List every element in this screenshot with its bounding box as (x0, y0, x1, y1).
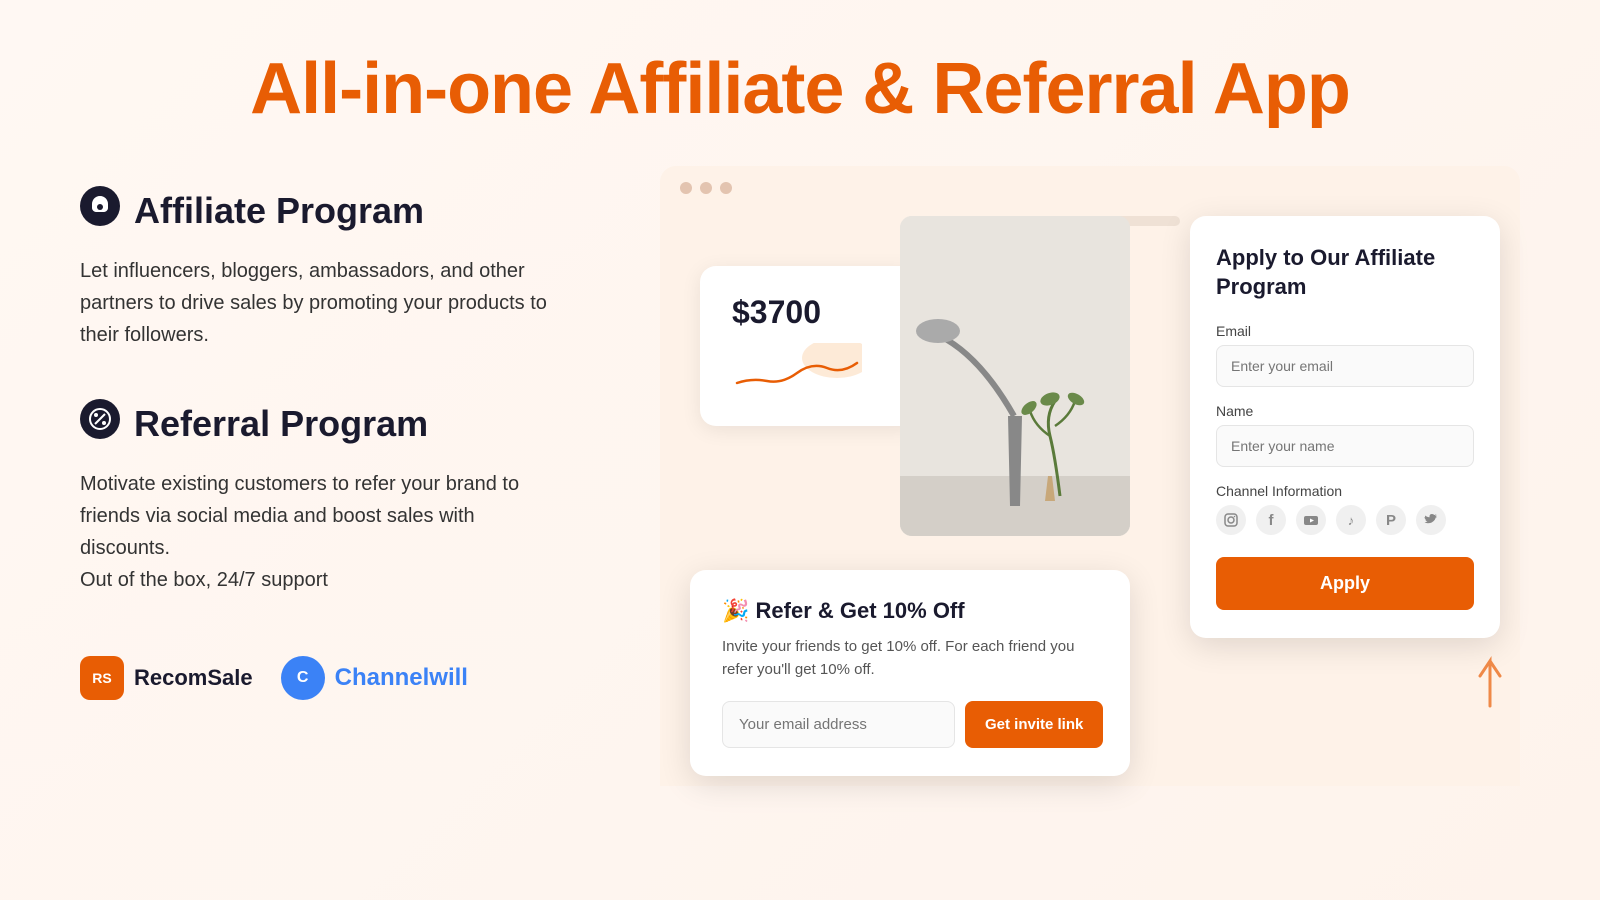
left-column: Affiliate Program Let influencers, blogg… (80, 166, 600, 700)
referral-description: Motivate existing customers to refer you… (80, 468, 560, 596)
browser-dots (680, 182, 1500, 194)
twitter-icon[interactable] (1416, 505, 1446, 535)
affiliate-description: Let influencers, bloggers, ambassadors, … (80, 255, 560, 351)
affiliate-title: Affiliate Program (80, 186, 600, 235)
get-invite-button[interactable]: Get invite link (965, 701, 1103, 748)
referral-email-input[interactable] (722, 701, 955, 748)
name-label: Name (1216, 403, 1474, 419)
affiliate-section: Affiliate Program Let influencers, blogg… (80, 186, 600, 351)
page-title: All-in-one Affiliate & Referral App (0, 0, 1600, 166)
referral-icon (80, 399, 120, 448)
dashboard-area: $3700 (680, 206, 1500, 786)
affiliate-title-text: Affiliate Program (134, 190, 424, 232)
affiliate-form-panel: Apply to Our Affiliate Program Email Nam… (1190, 216, 1500, 638)
referral-emoji: 🎉 (722, 598, 749, 623)
rs-logo-icon: RS (80, 656, 124, 700)
stats-amount: $3700 (732, 294, 888, 331)
affiliate-email-input[interactable] (1216, 345, 1474, 387)
referral-title: Referral Program (80, 399, 600, 448)
browser-dot-1 (680, 182, 692, 194)
tiktok-icon[interactable]: ♪ (1336, 505, 1366, 535)
browser-dot-2 (700, 182, 712, 194)
cw-logo-icon: C (281, 656, 325, 700)
ui-mockup: $3700 (660, 166, 1520, 786)
channelwill-logo: C Channelwill (281, 656, 468, 700)
affiliate-icon (80, 186, 120, 235)
referral-widget-description: Invite your friends to get 10% off. For … (722, 636, 1098, 681)
stats-card: $3700 (700, 266, 920, 426)
referral-section: Referral Program Motivate existing custo… (80, 399, 600, 596)
recomsale-logo-text: RecomSale (134, 665, 253, 691)
referral-widget-card: 🎉 Refer & Get 10% Off Invite your friend… (690, 570, 1130, 776)
apply-button[interactable]: Apply (1216, 557, 1474, 610)
affiliate-form-title: Apply to Our Affiliate Program (1216, 244, 1474, 301)
pinterest-icon[interactable]: P (1376, 505, 1406, 535)
instagram-icon[interactable] (1216, 505, 1246, 535)
email-label: Email (1216, 323, 1474, 339)
referral-input-row[interactable]: Get invite link (722, 701, 1098, 748)
browser-dot-3 (720, 182, 732, 194)
referral-title-text: Referral Program (134, 403, 428, 445)
channelwill-logo-text: Channelwill (335, 664, 468, 692)
referral-widget-title: 🎉 Refer & Get 10% Off (722, 598, 1098, 624)
affiliate-name-input[interactable] (1216, 425, 1474, 467)
channel-icons-row: f ♪ P (1216, 505, 1474, 535)
browser-mockup: $3700 (660, 166, 1520, 786)
stats-chart (732, 343, 888, 398)
channel-label: Channel Information (1216, 483, 1474, 499)
facebook-icon[interactable]: f (1256, 505, 1286, 535)
recomsale-logo: RS RecomSale (80, 656, 253, 700)
arrow-decoration (1465, 651, 1515, 716)
product-image-card (900, 216, 1130, 536)
brand-logos: RS RecomSale C Channelwill (80, 656, 600, 700)
youtube-icon[interactable] (1296, 505, 1326, 535)
